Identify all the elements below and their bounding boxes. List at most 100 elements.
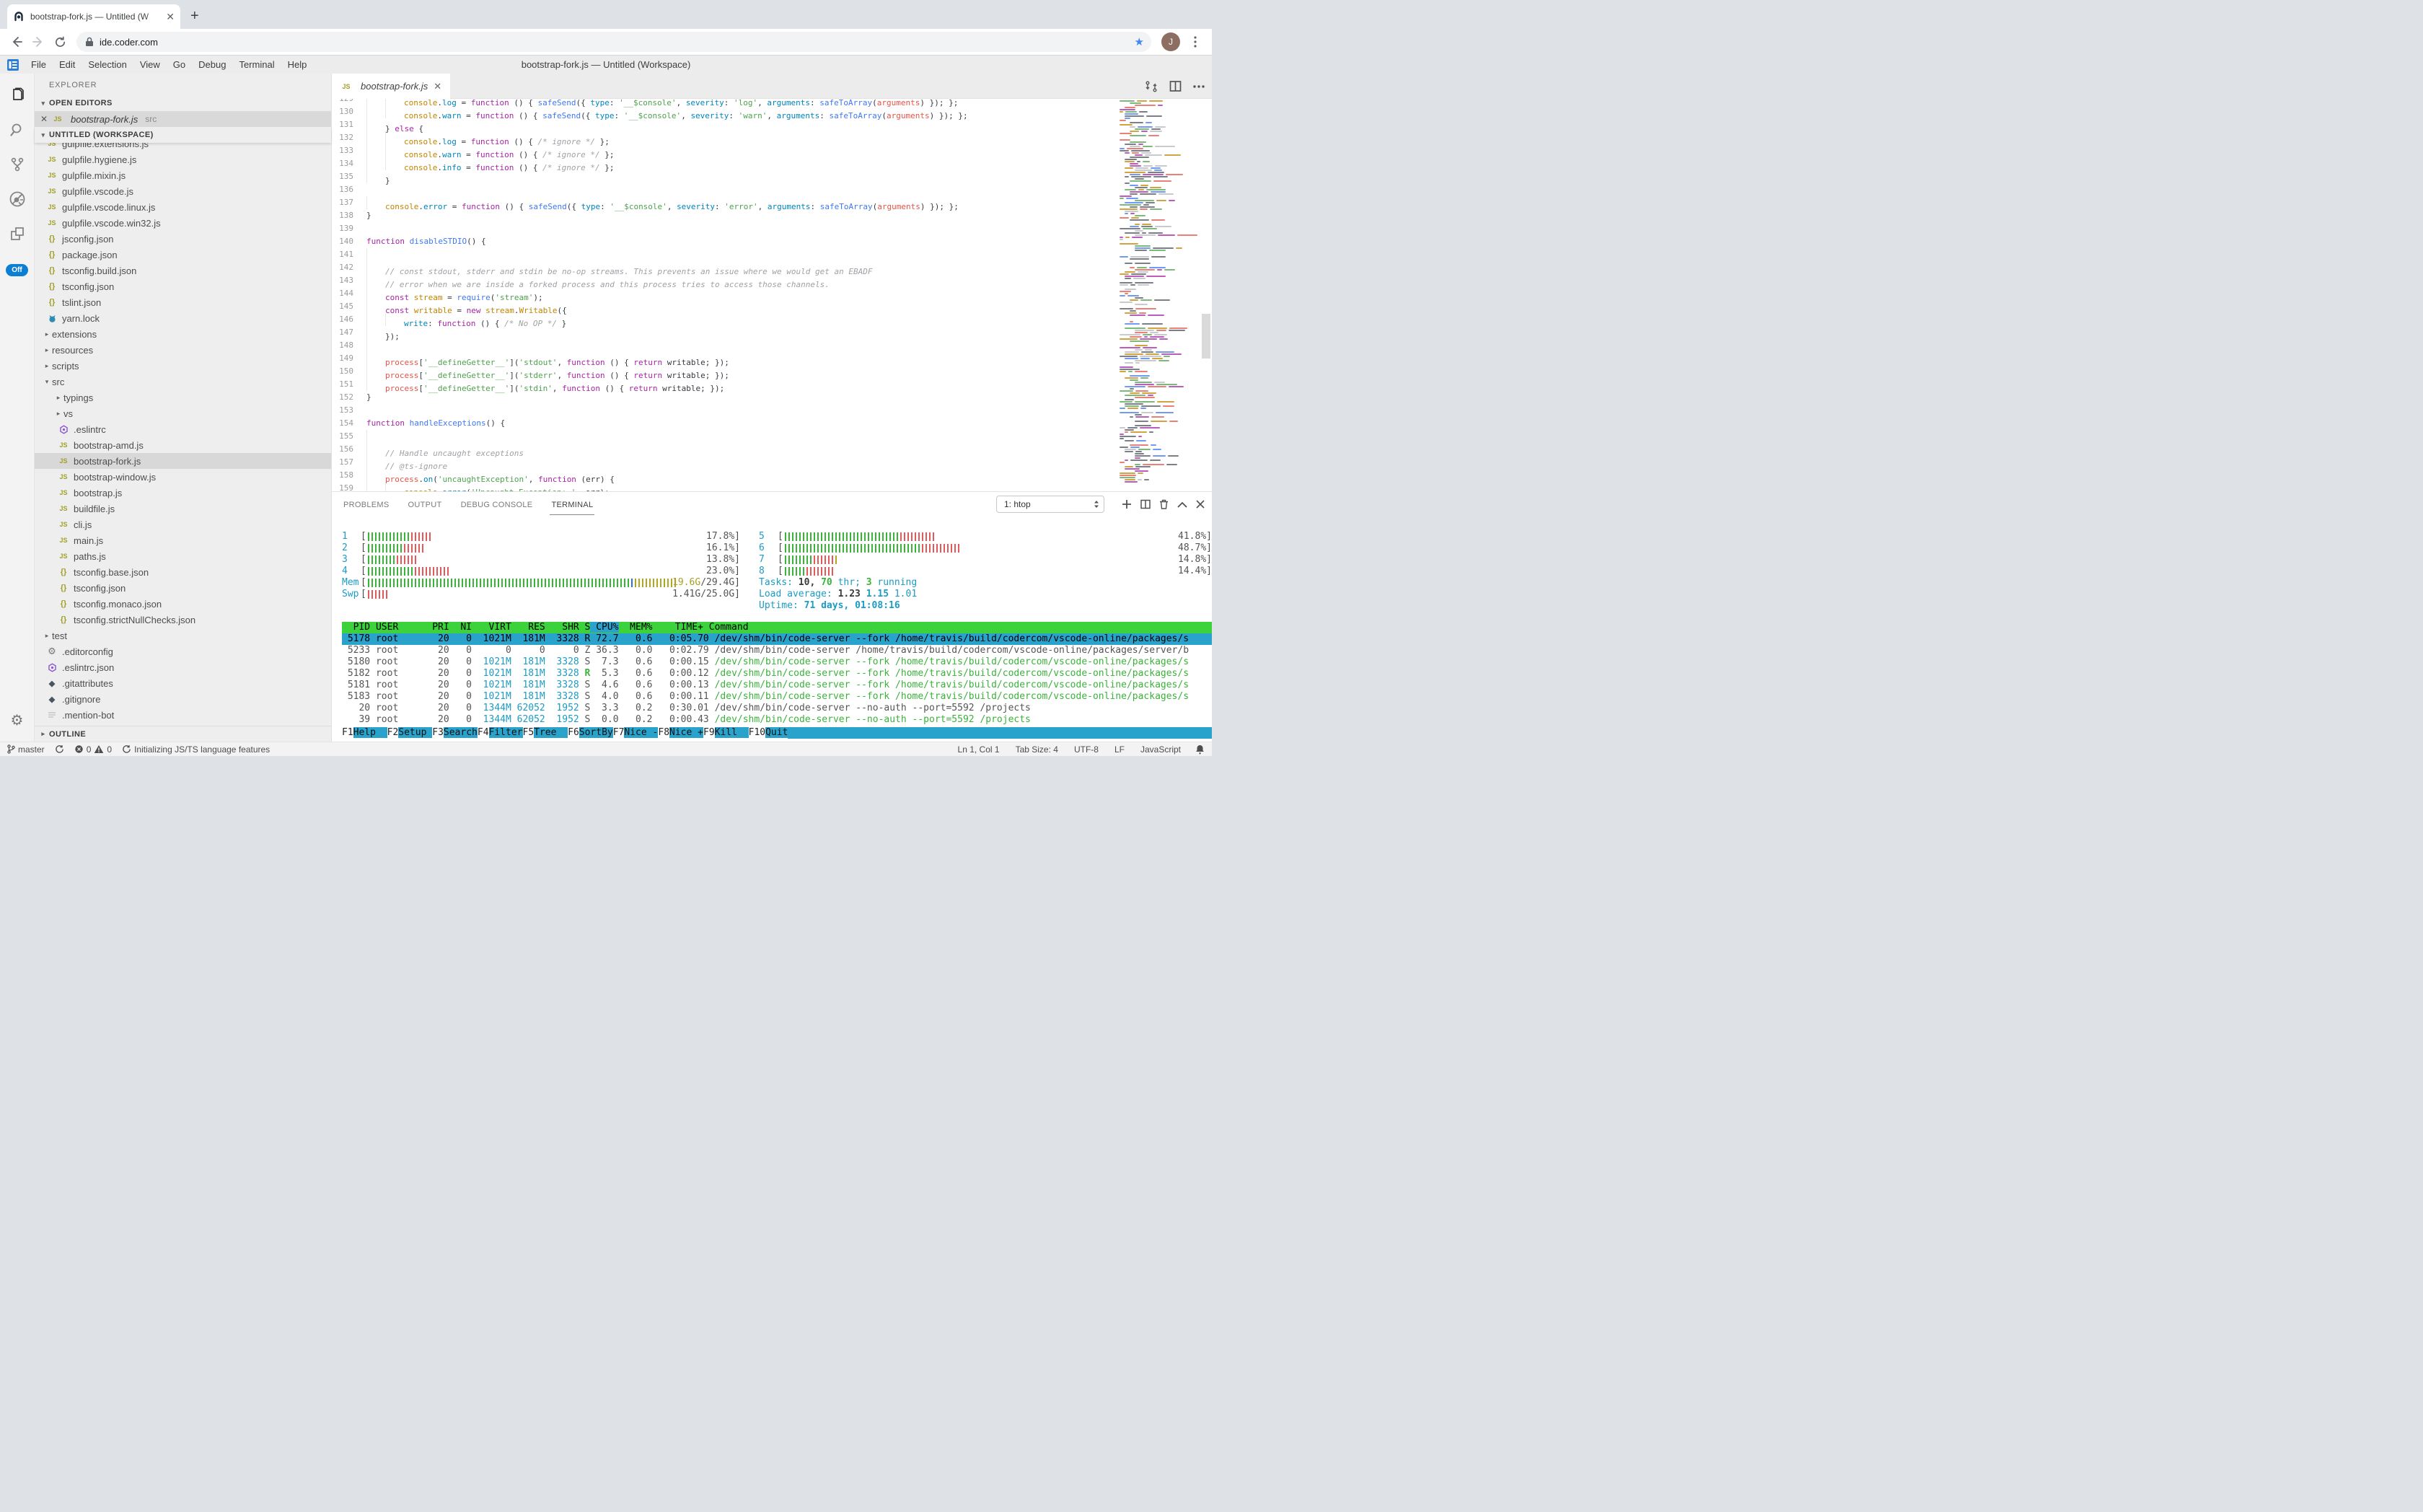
tree-item[interactable]: ▸extensions [35,326,331,342]
debug-disabled-icon[interactable] [0,182,35,216]
notifications-bell-icon[interactable] [1195,744,1205,755]
process-row[interactable]: 5183 root 20 0 1021M 181M 3328 S 4.0 0.6… [342,691,1212,703]
close-icon[interactable]: ✕ [40,114,52,124]
tree-item[interactable]: {}jsconfig.json [35,231,331,247]
tree-item[interactable]: JSbootstrap.js [35,485,331,501]
tree-item[interactable]: {}package.json [35,247,331,263]
tree-item[interactable]: {}tsconfig.monaco.json [35,596,331,612]
tree-item[interactable]: JSbootstrap-fork.js [35,453,331,469]
tree-item[interactable]: JSmain.js [35,532,331,548]
tree-item[interactable]: JSgulpfile.vscode.js [35,183,331,199]
source-control-icon[interactable] [0,147,35,182]
panel-tab-debug-console[interactable]: DEBUG CONSOLE [459,494,535,514]
language-status-item[interactable]: Initializing JS/TS language features [122,744,270,755]
tree-item[interactable]: JSbootstrap-window.js [35,469,331,485]
problems-item[interactable]: 0 0 [74,744,112,755]
browser-tab[interactable]: bootstrap-fork.js — Untitled (W ✕ [7,4,180,29]
menu-item-help[interactable]: Help [281,59,314,70]
menu-item-debug[interactable]: Debug [192,59,232,70]
status-item[interactable]: LF [1114,744,1125,755]
process-row[interactable]: 5181 root 20 0 1021M 181M 3328 S 4.6 0.6… [342,680,1212,691]
tree-item[interactable]: {}tsconfig.build.json [35,263,331,278]
forward-icon[interactable] [29,32,48,51]
fkey-f4[interactable]: F4Filter [478,727,523,739]
status-item[interactable]: Ln 1, Col 1 [958,744,1000,755]
open-editor-item[interactable]: ✕ JS bootstrap-fork.js src [35,111,331,127]
split-terminal-icon[interactable] [1140,499,1151,509]
tab-close-icon[interactable]: ✕ [434,81,441,92]
fkey-f6[interactable]: F6SortBy [568,727,613,739]
scrollbar-thumb[interactable] [1202,314,1210,359]
tree-item[interactable]: JScli.js [35,517,331,532]
tree-item[interactable]: ▸scripts [35,358,331,374]
fkey-f3[interactable]: F3Search [432,727,478,739]
tree-item[interactable]: JSgulpfile.hygiene.js [35,151,331,167]
new-terminal-icon[interactable] [1122,499,1132,509]
sync-icon[interactable] [55,744,64,754]
tree-item[interactable]: .eslintrc [35,421,331,437]
tree-item[interactable]: JSpaths.js [35,548,331,564]
fkey-f2[interactable]: F2Setup [387,727,433,739]
explorer-icon[interactable] [0,78,35,113]
process-row[interactable]: 5180 root 20 0 1021M 181M 3328 S 7.3 0.6… [342,656,1212,668]
bookmark-star-icon[interactable]: ★ [1135,35,1144,48]
split-editor-icon[interactable] [1169,80,1182,92]
more-actions-icon[interactable] [1193,85,1205,88]
tree-item[interactable]: JSbuildfile.js [35,501,331,517]
git-branch-item[interactable]: master [7,744,45,755]
tree-item[interactable]: JSgulpfile.mixin.js [35,167,331,183]
outline-header[interactable]: ▸OUTLINE [35,726,331,742]
fkey-f5[interactable]: F5Tree [523,727,568,739]
browser-menu-icon[interactable] [1186,32,1205,51]
terminal[interactable]: 1[17.8%]2[16.1%]3[13.8%]4[23.0%]Mem[19.6… [332,517,1212,742]
off-badge[interactable]: Off [6,264,27,276]
tree-item[interactable]: yarn.lock [35,310,331,326]
status-item[interactable]: JavaScript [1140,744,1181,755]
tab-close-icon[interactable]: ✕ [166,11,175,23]
status-item[interactable]: Tab Size: 4 [1016,744,1058,755]
kill-terminal-icon[interactable] [1159,499,1169,509]
fkey-f1[interactable]: F1Help [342,727,387,739]
process-row[interactable]: 5233 root 20 0 0 0 0 Z 36.3 0.0 0:02.79 … [342,645,1212,656]
tree-item[interactable]: {}tslint.json [35,294,331,310]
new-tab-button[interactable]: + [190,8,199,25]
url-text[interactable]: ide.coder.com [100,37,1135,48]
open-changes-icon[interactable] [1145,80,1158,93]
tree-item[interactable]: ▾src [35,374,331,390]
tree-item[interactable]: ▸test [35,628,331,643]
search-icon[interactable] [0,113,35,147]
menu-item-go[interactable]: Go [167,59,192,70]
process-row[interactable]: 5178 root 20 0 1021M 181M 3328 R 72.7 0.… [342,633,1212,645]
tree-item[interactable]: ◆.gitignore [35,691,331,707]
tree-item[interactable]: JSgulpfile.vscode.linux.js [35,199,331,215]
tree-item[interactable]: ⚙.editorconfig [35,643,331,659]
terminal-select[interactable]: 1: htop [996,496,1104,513]
tree-item[interactable]: JSgulpfile.extensions.js [35,143,331,151]
process-row[interactable]: 20 root 20 0 1344M 62052 1952 S 3.3 0.2 … [342,703,1212,714]
open-editors-header[interactable]: ▾OPEN EDITORS [35,95,331,111]
close-panel-icon[interactable] [1196,500,1205,509]
extensions-icon[interactable] [0,216,35,251]
minimap[interactable] [1120,99,1200,491]
tree-item[interactable]: .mention-bot [35,707,331,723]
fkey-f10[interactable]: F10Quit [749,727,788,739]
maximize-panel-icon[interactable] [1177,501,1187,508]
tree-item[interactable]: ▸vs [35,405,331,421]
code-editor[interactable]: 129console.log = function () { safeSend(… [332,99,1212,491]
menu-item-view[interactable]: View [133,59,167,70]
editor-scrollbar[interactable] [1200,99,1212,491]
status-item[interactable]: UTF-8 [1074,744,1099,755]
lock-icon[interactable] [85,37,94,47]
tree-item[interactable]: {}tsconfig.json [35,278,331,294]
tree-item[interactable]: {}tsconfig.strictNullChecks.json [35,612,331,628]
menu-item-terminal[interactable]: Terminal [232,59,281,70]
panel-tab-terminal[interactable]: TERMINAL [550,494,594,515]
avatar[interactable]: J [1161,32,1180,51]
fkey-f7[interactable]: F7Nice - [613,727,659,739]
menu-item-file[interactable]: File [25,59,53,70]
tree-item[interactable]: .eslintrc.json [35,659,331,675]
process-row[interactable]: 39 root 20 0 1344M 62052 1952 S 0.0 0.2 … [342,714,1212,726]
url-bar[interactable]: ide.coder.com ★ [76,32,1151,52]
tree-item[interactable]: ◆.gitattributes [35,675,331,691]
menu-item-edit[interactable]: Edit [53,59,82,70]
